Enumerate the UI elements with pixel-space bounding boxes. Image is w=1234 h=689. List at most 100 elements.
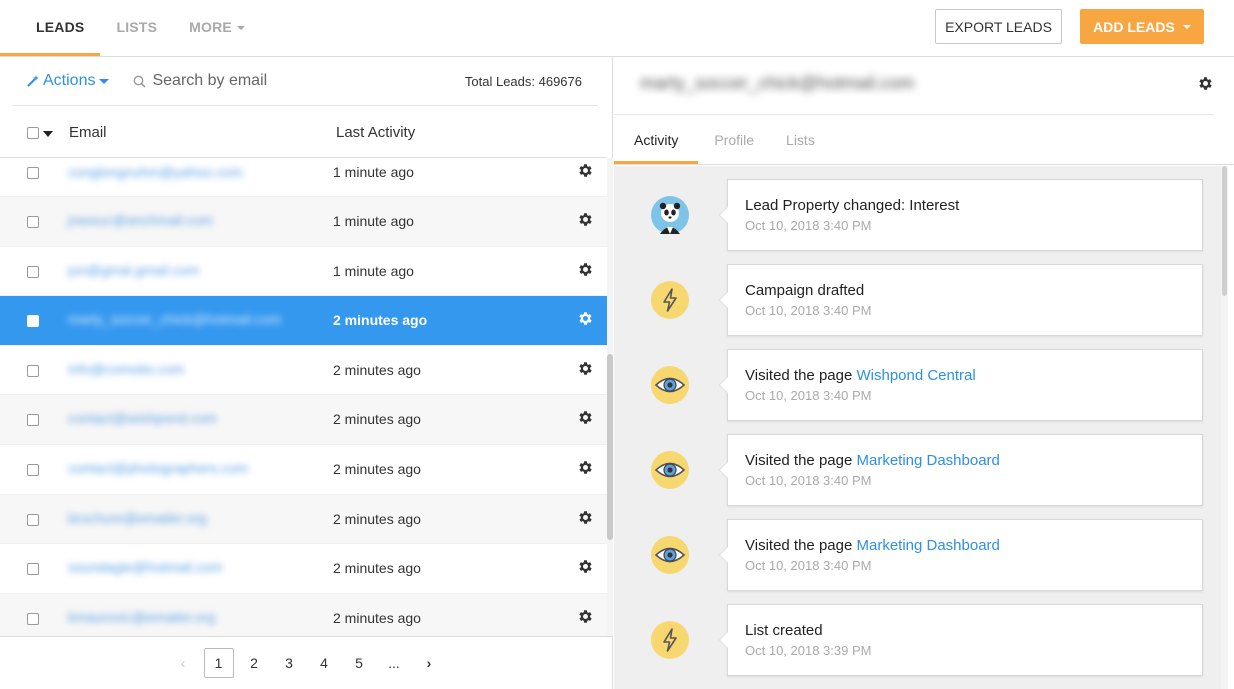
row-checkbox[interactable] — [27, 216, 39, 228]
activity-item: List created Oct 10, 2018 3:39 PM — [614, 604, 1214, 676]
lead-detail-panel: marty_soccer_chick@hotmail.com Activity … — [614, 57, 1234, 689]
gear-icon[interactable] — [577, 608, 594, 625]
page-2-button[interactable]: 2 — [237, 648, 272, 678]
feed-scrollbar[interactable] — [1221, 166, 1228, 689]
activity-text: Campaign drafted — [745, 282, 865, 299]
table-row[interactable]: kmaurovic@emailer.org 2 minutes ago — [0, 593, 607, 636]
search-box — [133, 72, 373, 90]
lead-email-link[interactable]: contact@photographers.com — [68, 460, 248, 476]
activity-title: Visited the page Marketing Dashboard — [745, 537, 1000, 554]
activity-page-link[interactable]: Wishpond Central — [856, 367, 975, 384]
activity-card: Visited the page Marketing Dashboard Oct … — [719, 434, 1203, 506]
tab-lists[interactable]: LISTS — [100, 0, 173, 56]
select-all-checkbox[interactable] — [27, 127, 39, 139]
gear-icon[interactable] — [577, 261, 594, 278]
lead-email-link[interactable]: marty_soccer_chick@hotmail.com — [68, 311, 281, 327]
table-row[interactable]: jrassuc@anchmail.com 1 minute ago — [0, 197, 607, 247]
export-leads-button[interactable]: EXPORT LEADS — [935, 9, 1062, 44]
activity-page-link[interactable]: Marketing Dashboard — [856, 537, 999, 554]
add-leads-button[interactable]: ADD LEADS — [1080, 9, 1204, 44]
column-last-activity[interactable]: Last Activity — [336, 124, 415, 141]
page-1-button[interactable]: 1 — [203, 648, 234, 678]
lead-email-link[interactable]: brochure@emailer.org — [68, 510, 207, 526]
tab-more-label: MORE — [189, 19, 232, 35]
row-checkbox[interactable] — [27, 265, 39, 278]
lead-email-link[interactable]: jrassuc@anchmail.com — [68, 212, 213, 228]
lead-email-link[interactable]: info@comotio.com — [68, 361, 184, 377]
lead-email-link[interactable]: conglongnuhm@yahoo.com — [68, 164, 243, 180]
gear-icon[interactable] — [1197, 75, 1214, 92]
tab-lead-lists[interactable]: Lists — [770, 116, 831, 164]
table-row[interactable]: contact@photographers.com 2 minutes ago — [0, 445, 607, 495]
table-row[interactable]: soundagie@hotmail.com 2 minutes ago — [0, 544, 607, 594]
row-checkbox[interactable] — [27, 612, 39, 625]
table-row[interactable]: info@comotio.com 2 minutes ago — [0, 346, 607, 396]
gear-icon[interactable] — [577, 459, 594, 476]
scrollbar-thumb[interactable] — [1222, 166, 1227, 296]
prev-page-button[interactable]: ‹ — [166, 648, 201, 678]
chevron-down-icon — [99, 78, 110, 84]
page-3-button[interactable]: 3 — [272, 648, 307, 678]
row-checkbox[interactable] — [27, 364, 39, 377]
gear-icon[interactable] — [577, 310, 594, 327]
row-checkbox[interactable] — [27, 563, 39, 576]
table-scrollbar[interactable] — [607, 158, 613, 636]
lightning-icon — [651, 621, 689, 659]
tab-leads[interactable]: LEADS — [0, 0, 101, 56]
lead-email-link[interactable]: jun@gmal.gmail.com — [68, 262, 199, 278]
top-bar: LEADS LISTS MORE EXPORT LEADS ADD LEADS — [0, 0, 1234, 57]
tab-more[interactable]: MORE — [173, 0, 261, 56]
gear-icon[interactable] — [577, 162, 594, 179]
last-activity-time: 1 minute ago — [333, 213, 414, 229]
gear-icon[interactable] — [577, 360, 594, 377]
lead-header: marty_soccer_chick@hotmail.com — [614, 57, 1214, 115]
column-email: Email — [69, 124, 107, 141]
activity-title: List created — [745, 622, 823, 639]
tab-activity[interactable]: Activity — [614, 116, 699, 164]
activity-date: Oct 10, 2018 3:40 PM — [745, 303, 872, 318]
table-row[interactable]: jun@gmal.gmail.com 1 minute ago — [0, 247, 607, 297]
actions-dropdown[interactable]: Actions — [26, 72, 110, 90]
lead-email-link[interactable]: kmaurovic@emailer.org — [68, 609, 215, 625]
activity-text: List created — [745, 622, 823, 639]
lead-email-link[interactable]: contact@wishpond.com — [68, 410, 217, 426]
detail-tabs: Activity Profile Lists — [614, 116, 1234, 165]
gear-icon[interactable] — [577, 409, 594, 426]
tab-profile[interactable]: Profile — [698, 116, 770, 164]
activity-text: Visited the page — [745, 367, 857, 384]
activity-page-link[interactable]: Marketing Dashboard — [856, 452, 999, 469]
eye-icon — [651, 451, 689, 489]
table-row[interactable]: brochure@emailer.org 2 minutes ago — [0, 494, 607, 545]
last-activity-time: 1 minute ago — [333, 262, 414, 279]
lead-email-link[interactable]: soundagie@hotmail.com — [68, 559, 222, 575]
lightning-icon — [651, 281, 689, 319]
row-checkbox[interactable] — [27, 513, 39, 526]
page-5-button[interactable]: 5 — [342, 648, 377, 678]
scrollbar-thumb[interactable] — [607, 354, 613, 540]
total-leads: Total Leads: 469676 — [464, 73, 582, 89]
next-page-button[interactable]: › — [412, 648, 447, 678]
activity-text: Lead Property changed: Interest — [745, 197, 960, 214]
page-4-button[interactable]: 4 — [307, 648, 342, 678]
select-menu-caret-icon[interactable] — [43, 131, 53, 137]
table-row[interactable]: conglongnuhm@yahoo.com 1 minute ago — [0, 158, 607, 197]
row-checkbox[interactable] — [27, 167, 39, 179]
page-ellipsis: ... — [388, 655, 400, 671]
row-checkbox[interactable] — [27, 414, 39, 427]
activity-date: Oct 10, 2018 3:40 PM — [745, 558, 872, 573]
activity-title: Campaign drafted — [745, 282, 864, 299]
row-checkbox[interactable] — [27, 463, 39, 476]
activity-feed: Lead Property changed: Interest Oct 10, 2… — [614, 166, 1228, 689]
row-checkbox[interactable] — [27, 315, 39, 328]
gear-icon[interactable] — [577, 211, 594, 228]
activity-date: Oct 10, 2018 3:40 PM — [745, 218, 872, 233]
gear-icon[interactable] — [577, 509, 594, 526]
gear-icon[interactable] — [577, 558, 594, 575]
activity-card: Lead Property changed: Interest Oct 10, 2… — [719, 179, 1203, 251]
activity-item: Visited the page Marketing Dashboard Oct … — [614, 519, 1214, 591]
last-activity-time: 2 minutes ago — [333, 411, 421, 428]
add-leads-label: ADD LEADS — [1093, 18, 1175, 35]
table-row[interactable]: marty_soccer_chick@hotmail.com 2 minutes … — [0, 296, 607, 346]
table-row[interactable]: contact@wishpond.com 2 minutes ago — [0, 395, 607, 445]
search-input[interactable] — [152, 72, 353, 90]
